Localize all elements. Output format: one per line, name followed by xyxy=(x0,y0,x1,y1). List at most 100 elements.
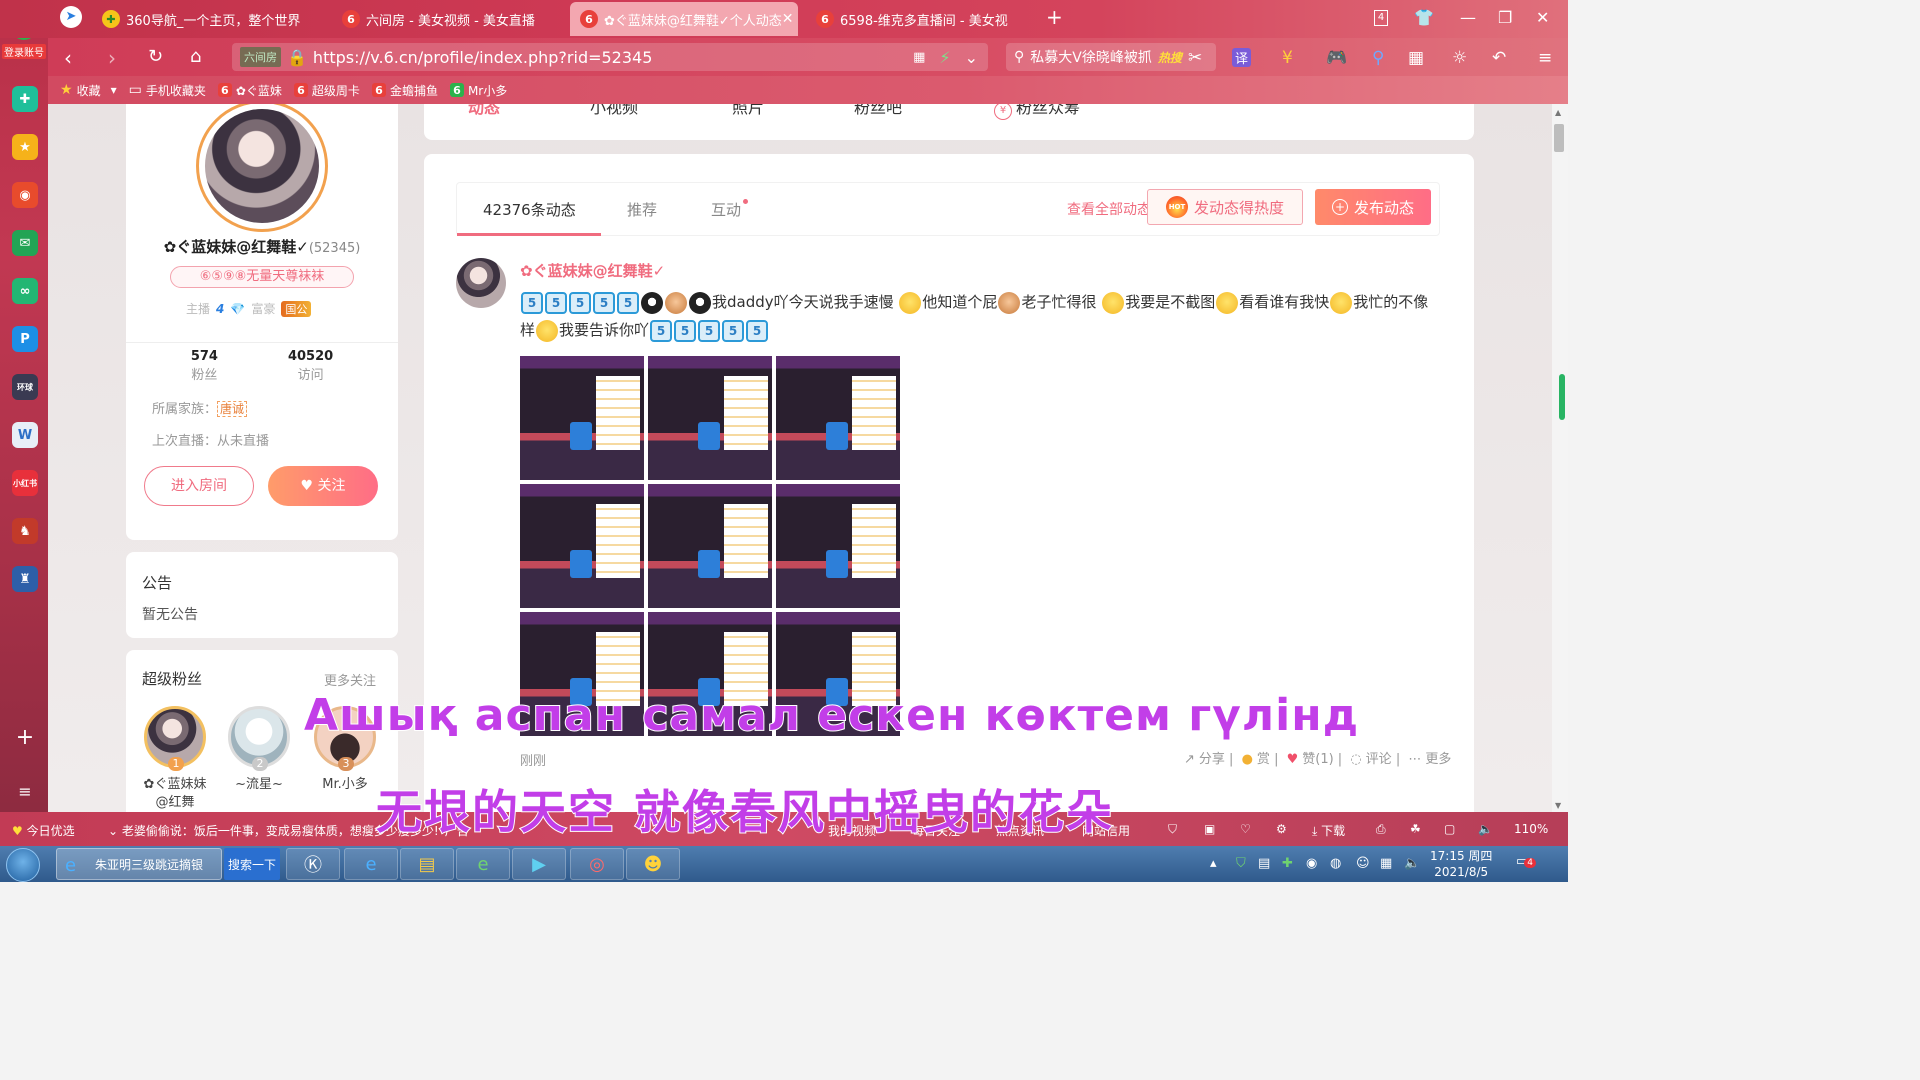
tab-recommend[interactable]: 推荐 xyxy=(627,199,657,220)
post-image[interactable] xyxy=(520,484,644,608)
game-icon[interactable]: ♞ xyxy=(12,518,38,544)
shield-icon[interactable]: ⛉ xyxy=(1168,822,1177,837)
stock-app-icon[interactable]: 环球 xyxy=(12,374,38,400)
game-app-icon[interactable]: ☻ xyxy=(626,848,680,880)
start-button[interactable] xyxy=(6,848,40,882)
minimize-icon[interactable]: — xyxy=(1460,8,1476,27)
side-drag-handle[interactable] xyxy=(1559,374,1565,420)
fans-stat[interactable]: 574 粉丝 xyxy=(191,349,218,383)
taskbar-search-button[interactable]: 搜索一下 xyxy=(224,848,280,880)
skin-icon[interactable]: 👕 xyxy=(1414,8,1434,27)
fan-item[interactable]: 2 ~流星~ xyxy=(226,706,292,794)
post-button[interactable]: + 发布动态 xyxy=(1315,189,1431,225)
close-tab-icon[interactable]: ✕ xyxy=(782,11,794,27)
tab-live-room[interactable]: 6 6598-维克多直播间 - 美女视 xyxy=(806,2,1034,36)
bookmark-profile[interactable]: 6 ✿ぐ蓝妹 xyxy=(217,82,282,99)
k-app-icon[interactable]: Ⓚ xyxy=(286,848,340,880)
video-player-icon[interactable]: ▶ xyxy=(512,848,566,880)
tab-dynamic[interactable]: 动态 xyxy=(468,104,500,118)
notification-icon[interactable]: ▭4 xyxy=(1516,854,1537,869)
zoom-search-icon[interactable]: ⚲ xyxy=(1372,48,1384,68)
tray-doc-icon[interactable]: ▤ xyxy=(1258,856,1270,871)
search-input[interactable]: ⚲ 私募大V徐晓峰被抓 热搜 xyxy=(1006,43,1216,71)
explorer-folder-icon[interactable]: ▤ xyxy=(400,848,454,880)
post-image[interactable] xyxy=(648,356,772,480)
chevron-down-icon[interactable]: ⌄ xyxy=(965,48,978,67)
home-icon[interactable]: ⌂ xyxy=(190,46,201,67)
taskbar-ie-window[interactable]: e 朱亚明三级跳远摘银 xyxy=(56,848,222,880)
tray-shield-icon[interactable]: ⛉ xyxy=(1236,856,1246,871)
bookmark-fishing[interactable]: 6 金蟾捕鱼 xyxy=(371,82,438,99)
send-icon[interactable]: ➤ xyxy=(60,6,82,28)
post-image[interactable] xyxy=(776,356,900,480)
app-plus-icon[interactable]: ✚ xyxy=(12,86,38,112)
word-doc-icon[interactable]: W xyxy=(12,422,38,448)
bookmark-mobile[interactable]: ▭ 手机收藏夹 xyxy=(129,82,206,99)
game-two-icon[interactable]: ♜ xyxy=(12,566,38,592)
grid-icon[interactable]: ▦ xyxy=(1408,48,1424,68)
heart-outline-icon[interactable]: ♡ xyxy=(1240,822,1251,836)
follow-button[interactable]: ♥ 关注 xyxy=(268,466,378,506)
cloud-icon[interactable]: ∞ xyxy=(12,278,38,304)
mail-icon[interactable]: ✉ xyxy=(12,230,38,256)
window-icon[interactable]: ▢ xyxy=(1444,822,1455,836)
translate-icon[interactable]: 译 xyxy=(1232,48,1252,67)
star-icon[interactable]: ★ xyxy=(12,134,38,160)
add-app-icon[interactable]: + xyxy=(12,724,38,750)
share-button[interactable]: 分享 xyxy=(1199,752,1225,767)
tab-photos[interactable]: 照片 xyxy=(732,104,764,118)
tray-qq-icon[interactable]: ☺ xyxy=(1356,856,1370,871)
tab-360-nav[interactable]: ✚ 360导航_一个主页，整个世界 xyxy=(92,2,324,36)
image-icon[interactable]: ▣ xyxy=(1204,822,1215,836)
gamepad-icon[interactable]: 🎮 xyxy=(1326,48,1347,68)
tab-short-video[interactable]: 小视频 xyxy=(590,104,638,118)
tab-all-posts[interactable]: 42376条动态 xyxy=(483,199,576,220)
back-icon[interactable]: ‹ xyxy=(64,46,72,70)
ie-icon[interactable]: e xyxy=(344,848,398,880)
zoom-level[interactable]: 110% xyxy=(1514,822,1548,836)
download-button[interactable]: ⤓ 下载 xyxy=(1312,822,1345,839)
more-follow-link[interactable]: 更多关注 xyxy=(324,670,376,689)
family-tag[interactable]: 唐诚 xyxy=(217,401,248,417)
post-image[interactable] xyxy=(648,484,772,608)
scissors-icon[interactable]: ✂ xyxy=(1188,48,1202,68)
login-button[interactable]: 登录账号 xyxy=(2,44,46,59)
p-app-icon[interactable]: P xyxy=(12,326,38,352)
tab-interact[interactable]: 互动 xyxy=(711,199,749,220)
today-picks[interactable]: ♥ 今日优选 xyxy=(12,822,75,839)
scrollbar-thumb[interactable] xyxy=(1554,124,1564,152)
tab-counter[interactable]: 4 xyxy=(1374,10,1388,26)
scroll-up-icon[interactable]: ▲ xyxy=(1555,108,1561,117)
tray-expand-icon[interactable]: ▴ xyxy=(1210,856,1217,871)
clock[interactable]: 17:15 周四 2021/8/5 xyxy=(1430,848,1492,880)
tab-fan-bar[interactable]: 粉丝吧 xyxy=(854,104,902,118)
close-window-icon[interactable]: ✕ xyxy=(1536,8,1549,27)
undo-icon[interactable]: ↶ xyxy=(1492,48,1506,68)
enter-room-button[interactable]: 进入房间 xyxy=(144,466,254,506)
bookmark-mr[interactable]: 6 Mr小多 xyxy=(449,82,507,99)
weibo-icon[interactable]: ◉ xyxy=(12,182,38,208)
heat-button[interactable]: HOT 发动态得热度 xyxy=(1147,189,1303,225)
menu-list-icon[interactable]: ≡ xyxy=(12,778,38,804)
comment-button[interactable]: 评论 xyxy=(1366,752,1392,767)
tab-six-rooms[interactable]: 6 六间房 - 美女视频 - 美女直播 xyxy=(332,2,564,36)
like-button[interactable]: 赞(1) xyxy=(1302,752,1333,767)
tab-profile-active[interactable]: 6 ✿ぐ蓝妹妹@红舞鞋✓个人动态 ✕ xyxy=(570,2,798,36)
bookmark-weekcard[interactable]: 6 超级周卡 xyxy=(293,82,360,99)
chrome-icon[interactable]: ◎ xyxy=(570,848,624,880)
coin-icon[interactable]: ¥ xyxy=(1282,48,1293,68)
volume-icon[interactable]: 🔈 xyxy=(1478,822,1493,836)
url-input[interactable]: 六间房 🔒 https://v.6.cn/profile/index.php?r… xyxy=(232,43,988,71)
restore-icon[interactable]: ❐ xyxy=(1498,8,1512,27)
post-author[interactable]: ✿ぐ蓝妹妹@红舞鞋✓ xyxy=(520,260,665,281)
tray-chat-icon[interactable]: ◍ xyxy=(1330,856,1341,871)
post-image[interactable] xyxy=(520,356,644,480)
360-browser-icon[interactable]: e xyxy=(456,848,510,880)
accelerate-icon[interactable]: ⚙ xyxy=(1276,822,1287,836)
page-scrollbar[interactable]: ▲ ▼ xyxy=(1552,104,1568,812)
tray-volume-icon[interactable]: 🔈 xyxy=(1404,856,1420,871)
xiaohongshu-icon[interactable]: 小红书 xyxy=(12,470,38,496)
leaf-icon[interactable]: ☘ xyxy=(1410,822,1421,836)
main-menu-icon[interactable]: ≡ xyxy=(1538,48,1552,68)
brightness-icon[interactable]: ☼ xyxy=(1452,48,1467,68)
